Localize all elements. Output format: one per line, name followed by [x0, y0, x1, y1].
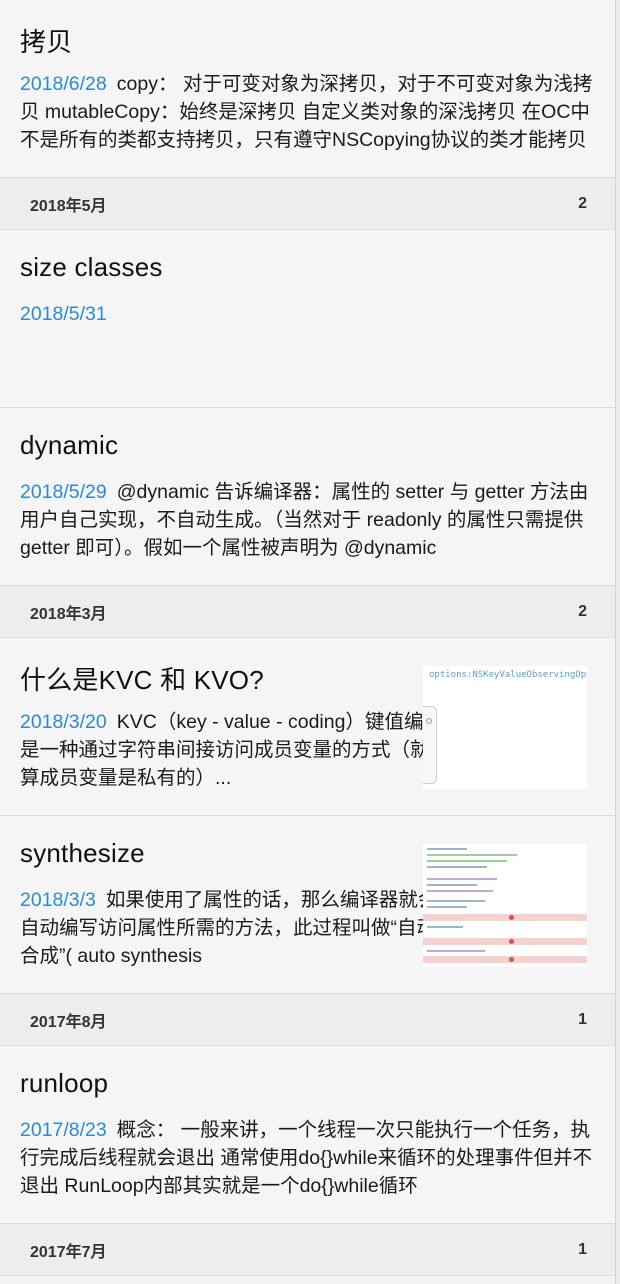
post-date: 2017/8/23 [20, 1119, 107, 1141]
list-item[interactable]: synthesize 2018/3/3 如果使用了属性的话，那么编译器就会自动编写… [0, 816, 615, 994]
post-list: 拷贝 2018/6/28 copy： 对于可变对象为深拷贝，对于不可变对象为浅拷贝… [0, 0, 616, 1284]
post-thumbnail-code-screenshot [423, 844, 587, 967]
group-count: 1 [578, 1240, 587, 1258]
post-date: 2018/6/28 [20, 73, 107, 95]
post-date: 2018/3/20 [20, 711, 107, 733]
group-month: 2018年5月 [30, 197, 107, 215]
post-date: 2018/5/29 [20, 481, 107, 503]
post-thumbnail: options:NSKeyValueObservingOptionNew [423, 666, 587, 789]
post-summary: 2018/6/28 copy： 对于可变对象为深拷贝，对于不可变对象为浅拷贝 mu… [20, 70, 595, 154]
post-date: 2018/3/3 [20, 889, 96, 911]
post-summary: 2018/5/31 [20, 300, 595, 328]
list-item[interactable]: runloop 2017/8/23 概念： 一般来讲，一个线程一次只能执行一个任务… [0, 1046, 615, 1224]
list-item[interactable]: dynamic 2018/5/29 @dynamic 告诉编译器：属性的 sett… [0, 408, 615, 586]
post-title: 拷贝 [20, 27, 73, 57]
post-date: 2018/5/31 [20, 303, 107, 325]
post-title: dynamic [20, 430, 119, 460]
post-title: size classes [20, 252, 163, 282]
handle-grip-icon [426, 718, 432, 724]
post-summary: 2017/8/23 概念： 一般来讲，一个线程一次只能执行一个任务，执行完成后线程… [20, 1116, 595, 1200]
group-month: 2017年8月 [30, 1013, 107, 1031]
group-month: 2017年7月 [30, 1243, 107, 1261]
group-month: 2018年3月 [30, 605, 107, 623]
list-item[interactable]: 拷贝 2018/6/28 copy： 对于可变对象为深拷贝，对于不可变对象为浅拷贝… [0, 0, 615, 178]
post-summary: 2018/5/29 @dynamic 告诉编译器：属性的 setter 与 get… [20, 478, 595, 562]
post-title: 什么是KVC 和 KVO? [20, 665, 264, 695]
list-item[interactable]: size classes 2018/5/31 [0, 230, 615, 408]
group-count: 1 [578, 1010, 587, 1028]
month-group-header[interactable]: 2017年8月 1 [0, 994, 615, 1046]
month-group-header[interactable]: 2017年7月 1 [0, 1224, 615, 1276]
post-title: runloop [20, 1068, 109, 1098]
post-summary: 2018/3/20 KVC（key - value - coding）键值编码是一… [20, 708, 445, 792]
list-item[interactable]: 什么是KVC 和 KVO? 2018/3/20 KVC（key - value -… [0, 638, 615, 816]
month-group-header[interactable]: 2018年3月 2 [0, 586, 615, 638]
month-group-header[interactable]: 2018年5月 2 [0, 178, 615, 230]
group-count: 2 [578, 194, 587, 212]
post-summary: 2018/3/3 如果使用了属性的话，那么编译器就会自动编写访问属性所需的方法，此… [20, 886, 445, 970]
thumbnail-code-text: options:NSKeyValueObservingOptionNew [429, 670, 587, 680]
group-count: 2 [578, 602, 587, 620]
post-title: synthesize [20, 838, 145, 868]
